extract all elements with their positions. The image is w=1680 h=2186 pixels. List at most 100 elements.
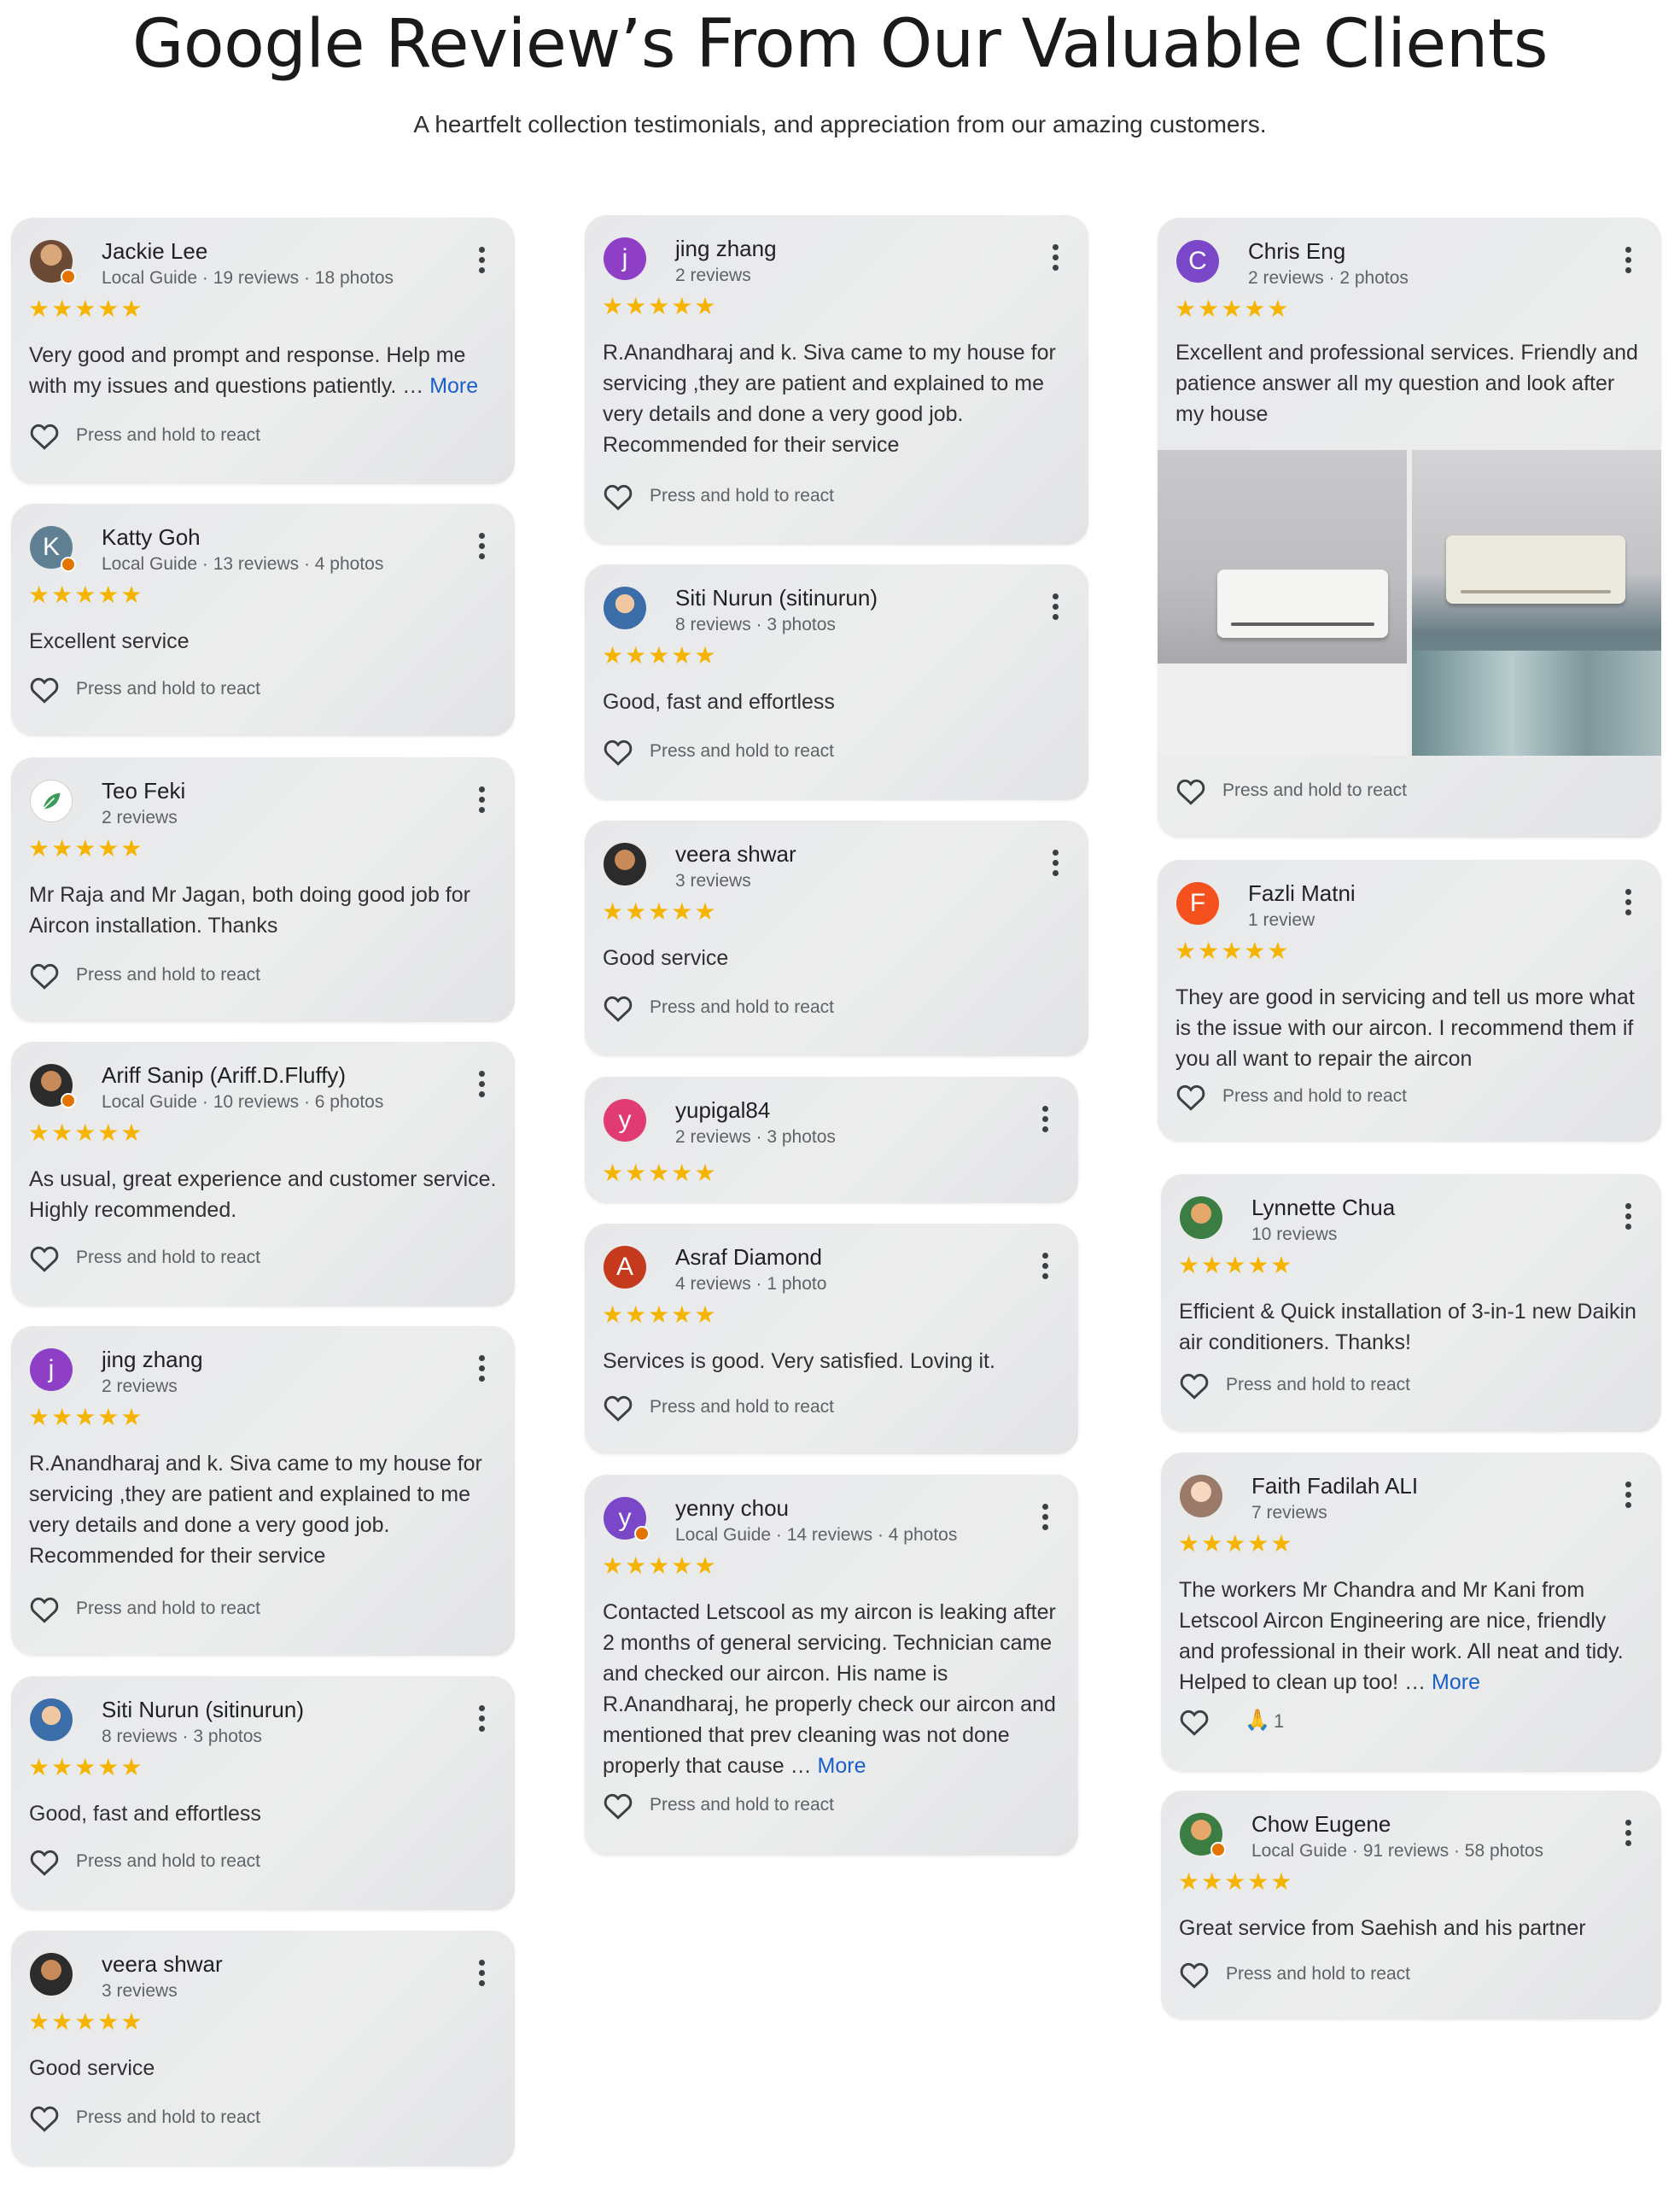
reviewer-name[interactable]: yupigal84 [675, 1097, 770, 1123]
heart-icon[interactable] [28, 1243, 61, 1272]
reviewer-name[interactable]: Jackie Lee [102, 238, 207, 264]
reviewer-name[interactable]: Siti Nurun (sitinurun) [102, 1697, 304, 1722]
reviewer-name[interactable]: Chris Eng [1248, 238, 1345, 264]
heart-icon[interactable] [1175, 776, 1207, 805]
more-options-icon[interactable] [1624, 247, 1632, 276]
avatar[interactable] [1180, 1813, 1226, 1857]
heart-icon[interactable] [602, 993, 634, 1022]
more-options-icon[interactable] [1051, 244, 1059, 273]
heart-icon[interactable] [602, 1791, 634, 1820]
reviewer-name[interactable]: Asraf Diamond [675, 1244, 822, 1270]
local-guide-badge-icon [634, 1526, 650, 1541]
avatar[interactable] [1180, 1196, 1222, 1239]
avatar[interactable] [1180, 1475, 1222, 1517]
review-photos [1158, 450, 1661, 756]
reviewer-name[interactable]: Ariff Sanip (Ariff.D.Fluffy) [102, 1062, 346, 1088]
more-link[interactable]: More [429, 374, 478, 398]
review-text-body: Contacted Letscool as my aircon is leaki… [603, 1600, 1056, 1778]
heart-icon[interactable] [28, 421, 61, 450]
reviewer-name[interactable]: Fazli Matni [1248, 880, 1356, 906]
reviewer-name[interactable]: Lynnette Chua [1251, 1195, 1395, 1220]
reviewer-name[interactable]: Faith Fadilah ALI [1251, 1473, 1418, 1499]
avatar[interactable] [30, 240, 76, 284]
review-photo-aircon-1[interactable] [1158, 450, 1407, 756]
review-card[interactable]: C Chris Eng 2 reviews · 2 photos ★★★★★ E… [1158, 218, 1661, 838]
more-options-icon[interactable] [1624, 1482, 1632, 1511]
reviewer-name[interactable]: Katty Goh [102, 524, 201, 550]
more-options-icon[interactable] [477, 786, 486, 815]
review-card[interactable]: Ariff Sanip (Ariff.D.Fluffy) Local Guide… [11, 1042, 515, 1306]
more-options-icon[interactable] [477, 1355, 486, 1384]
more-options-icon[interactable] [477, 247, 486, 276]
heart-icon[interactable] [28, 675, 61, 704]
heart-icon[interactable] [602, 482, 634, 511]
more-link[interactable]: More [818, 1754, 866, 1778]
more-options-icon[interactable] [1051, 593, 1059, 622]
more-options-icon[interactable] [477, 1960, 486, 1989]
heart-icon[interactable] [1175, 1082, 1207, 1111]
review-card[interactable]: A Asraf Diamond 4 reviews · 1 photo ★★★★… [585, 1224, 1078, 1454]
reviewer-name[interactable]: Teo Feki [102, 778, 185, 804]
reviewer-name[interactable]: veera shwar [102, 1951, 223, 1977]
review-card[interactable]: j jing zhang 2 reviews ★★★★★ R.Anandhara… [11, 1326, 515, 1656]
review-card[interactable]: veera shwar 3 reviews ★★★★★ Good service… [585, 821, 1088, 1056]
reviewer-name[interactable]: veera shwar [675, 841, 796, 867]
heart-icon[interactable] [28, 2103, 61, 2132]
review-card[interactable]: K Katty Goh Local Guide · 13 reviews · 4… [11, 504, 515, 736]
heart-icon[interactable] [28, 961, 61, 990]
avatar[interactable]: y [604, 1497, 650, 1541]
review-card[interactable]: Lynnette Chua 10 reviews ★★★★★ Efficient… [1161, 1174, 1661, 1432]
avatar[interactable] [30, 1953, 73, 1996]
reviewer-name[interactable]: Chow Eugene [1251, 1811, 1391, 1837]
review-card[interactable]: F Fazli Matni 1 review ★★★★★ They are go… [1158, 860, 1661, 1142]
review-card[interactable]: Jackie Lee Local Guide · 19 reviews · 18… [11, 218, 515, 484]
reviewer-name[interactable]: jing zhang [675, 236, 777, 261]
avatar[interactable] [30, 780, 73, 822]
heart-icon[interactable] [1178, 1707, 1210, 1736]
more-options-icon[interactable] [477, 533, 486, 562]
review-card[interactable]: veera shwar 3 reviews ★★★★★ Good service… [11, 1931, 515, 2166]
review-text: Contacted Letscool as my aircon is leaki… [603, 1597, 1061, 1781]
avatar[interactable] [30, 1698, 73, 1741]
review-card[interactable]: Siti Nurun (sitinurun) 8 reviews · 3 pho… [585, 564, 1088, 800]
review-card[interactable]: Faith Fadilah ALI 7 reviews ★★★★★ The wo… [1161, 1452, 1661, 1772]
more-options-icon[interactable] [1624, 1203, 1632, 1232]
reviewer-name[interactable]: jing zhang [102, 1347, 203, 1372]
review-card[interactable]: j jing zhang 2 reviews ★★★★★ R.Anandhara… [585, 215, 1088, 545]
avatar[interactable]: F [1176, 882, 1219, 925]
more-options-icon[interactable] [1041, 1504, 1049, 1533]
heart-icon[interactable] [1178, 1960, 1210, 1989]
review-header: Jackie Lee Local Guide · 19 reviews · 18… [28, 237, 498, 288]
review-card[interactable]: Siti Nurun (sitinurun) 8 reviews · 3 pho… [11, 1676, 515, 1910]
avatar[interactable] [604, 843, 646, 886]
avatar[interactable]: j [604, 237, 646, 280]
heart-icon[interactable] [28, 1847, 61, 1876]
reviewer-name[interactable]: Siti Nurun (sitinurun) [675, 585, 878, 611]
heart-icon[interactable] [1178, 1371, 1210, 1400]
heart-icon[interactable] [602, 1393, 634, 1422]
review-card[interactable]: Chow Eugene Local Guide · 91 reviews · 5… [1161, 1791, 1661, 2019]
review-card[interactable]: y yenny chou Local Guide · 14 reviews · … [585, 1475, 1078, 1856]
more-options-icon[interactable] [477, 1071, 486, 1100]
more-options-icon[interactable] [1624, 1820, 1632, 1849]
avatar[interactable]: y [604, 1099, 646, 1142]
more-options-icon[interactable] [477, 1705, 486, 1734]
heart-icon[interactable] [28, 1594, 61, 1623]
more-link[interactable]: More [1432, 1670, 1480, 1694]
avatar[interactable]: A [604, 1246, 646, 1289]
more-options-icon[interactable] [1051, 850, 1059, 879]
avatar[interactable]: C [1176, 240, 1219, 283]
review-card[interactable]: Teo Feki 2 reviews ★★★★★ Mr Raja and Mr … [11, 757, 515, 1022]
more-options-icon[interactable] [1624, 889, 1632, 918]
more-options-icon[interactable] [1041, 1106, 1049, 1135]
avatar[interactable] [604, 587, 646, 629]
reaction-emoji[interactable]: 🙏 [1245, 1709, 1270, 1733]
avatar[interactable] [30, 1064, 76, 1108]
avatar[interactable]: j [30, 1348, 73, 1391]
more-options-icon[interactable] [1041, 1253, 1049, 1282]
reviewer-meta: 3 reviews [102, 1981, 178, 2001]
heart-icon[interactable] [602, 737, 634, 766]
review-photo-aircon-2[interactable] [1412, 450, 1661, 756]
review-card[interactable]: y yupigal84 2 reviews · 3 photos ★★★★★ [585, 1077, 1078, 1203]
reviewer-name[interactable]: yenny chou [675, 1495, 789, 1521]
